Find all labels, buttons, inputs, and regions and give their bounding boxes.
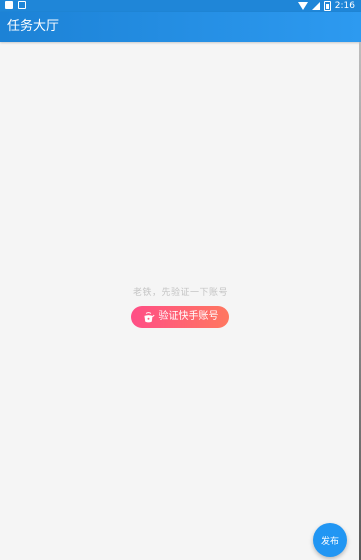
publish-button[interactable]: 发布 xyxy=(313,523,347,557)
empty-state-message: 老铁，先验证一下账号 xyxy=(132,288,228,298)
page-title: 任务大厅 xyxy=(7,19,60,34)
battery-icon xyxy=(323,1,331,11)
status-left-icons xyxy=(5,1,26,9)
status-bar: 2:16 xyxy=(0,0,361,12)
wifi-icon xyxy=(297,2,308,10)
kettle-icon xyxy=(143,311,155,322)
task-hall-screen: 2:16 任务大厅 老铁，先验证一下账号 验证快手账号 发布 xyxy=(0,0,361,560)
signal-icon xyxy=(311,2,320,10)
verify-kuaishou-account-button[interactable]: 验证快手账号 xyxy=(131,306,229,328)
status-right-icons: 2:16 xyxy=(297,0,355,12)
square-notification-icon xyxy=(5,1,13,9)
publish-button-label: 发布 xyxy=(320,536,339,547)
app-bar: 任务大厅 xyxy=(0,12,361,42)
verify-button-label: 验证快手账号 xyxy=(158,311,219,322)
image-notification-icon xyxy=(18,1,26,9)
status-time: 2:16 xyxy=(334,1,355,11)
empty-state: 老铁，先验证一下账号 xyxy=(0,286,361,300)
